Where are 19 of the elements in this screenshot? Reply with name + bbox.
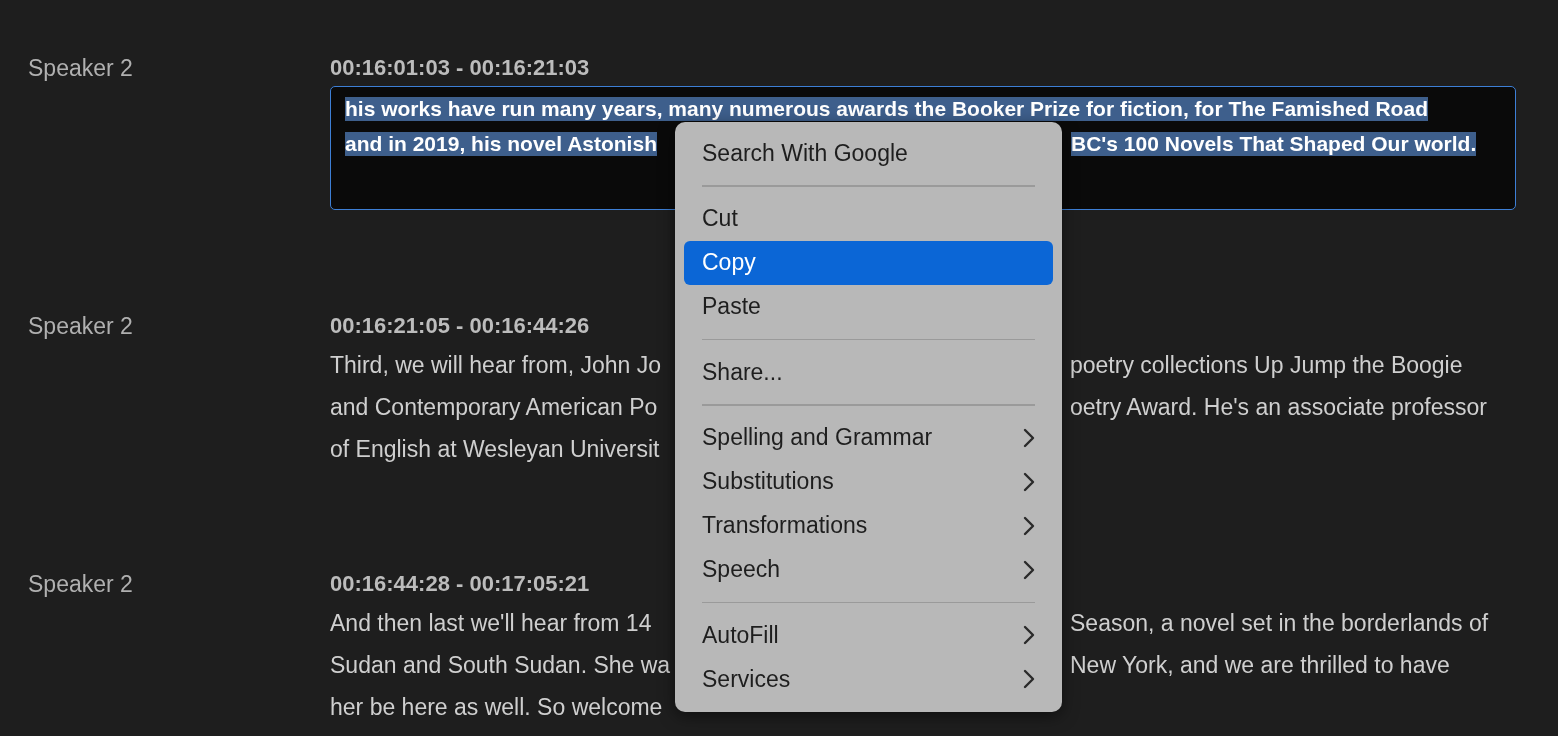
transcript-text: Season, a novel set in the borderlands of (1070, 609, 1489, 637)
timecode: 00:16:01:03 - 00:16:21:03 (330, 54, 590, 82)
transcript-text: Third, we will hear from, John Jo (330, 351, 662, 379)
transcript-text: oetry Award. He's an associate professor (1070, 393, 1487, 421)
speaker-label: Speaker 2 (27, 312, 134, 341)
transcript-text: of English at Wesleyan Universit (330, 435, 660, 463)
transcript-text: New York, and we are thrilled to have (1070, 651, 1450, 679)
speaker-label: Speaker 2 (27, 570, 134, 599)
transcript-text: Sudan and South Sudan. She wa (330, 651, 671, 679)
timecode: 00:16:21:05 - 00:16:44:26 (330, 312, 590, 340)
transcript-text: his works have run many years, many numerous awards the Booker Prize for fiction, for The Famished Road (345, 96, 1428, 121)
transcript-text: poetry collections Up Jump the Boogie (1070, 351, 1463, 379)
timecode: 00:16:44:28 - 00:17:05:21 (330, 570, 590, 598)
transcript-text: And then last we'll hear from 14 (330, 609, 652, 637)
transcript-text: and Contemporary American Po (330, 393, 658, 421)
transcript-text: and in 2019, his novel Astonish (345, 131, 657, 156)
transcript-text: her be here as well. So welcome (330, 693, 663, 721)
speaker-label: Speaker 2 (27, 54, 134, 83)
transcript-text: BC's 100 Novels That Shaped Our world. (1071, 131, 1477, 156)
